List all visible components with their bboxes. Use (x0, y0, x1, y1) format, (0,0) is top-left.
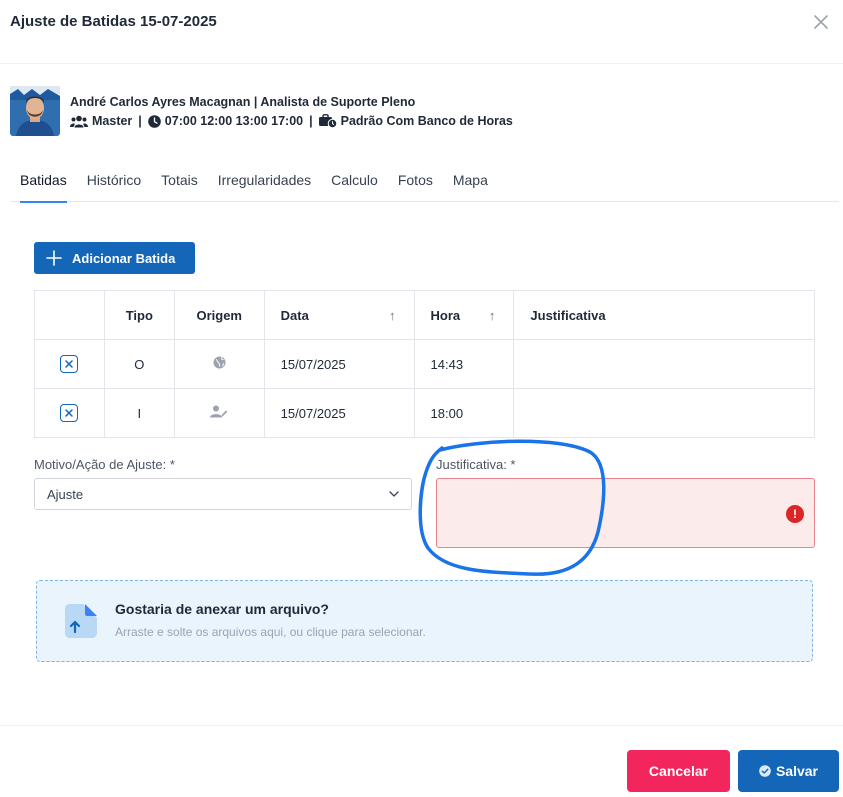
header-actions (34, 290, 105, 340)
modal-header: Ajuste de Batidas 15-07-2025 (0, 0, 843, 64)
tab-bar: Batidas Histórico Totais Irregularidades… (10, 168, 839, 203)
cell-hora: 18:00 (413, 388, 515, 438)
save-label: Salvar (775, 763, 819, 779)
tab-calculo[interactable]: Calculo (321, 168, 388, 202)
avatar (10, 86, 60, 136)
employee-schedule: 07:00 12:00 13:00 17:00 (164, 114, 304, 128)
modal-title: Ajuste de Batidas 15-07-2025 (10, 13, 217, 30)
close-button[interactable] (813, 14, 829, 30)
cell-tipo: I (103, 388, 175, 438)
header-justificativa: Justificativa (513, 290, 815, 340)
header-tipo: Tipo (103, 290, 175, 340)
table-row: O 15/07/2025 14:43 (34, 339, 815, 389)
employee-group: Master (92, 114, 133, 128)
justificativa-label: Justificativa: * (436, 457, 516, 472)
cell-origem (173, 388, 265, 438)
add-batida-button[interactable]: Adicionar Batida (34, 242, 195, 274)
header-hora[interactable]: Hora ↑ (413, 290, 515, 340)
row-actions (34, 388, 105, 438)
employee-meta: Master | 07:00 12:00 13:00 17:00 | Padrã… (70, 114, 513, 128)
cell-origem (173, 339, 265, 389)
close-icon (65, 360, 74, 368)
error-icon: ! (786, 505, 804, 523)
chevron-down-icon (389, 491, 399, 497)
business-time-icon (318, 114, 337, 128)
justificativa-textarea[interactable]: ! (436, 478, 815, 548)
close-icon (814, 15, 828, 29)
table-row: I 15/07/2025 18:00 (34, 388, 815, 438)
separator: | (138, 114, 142, 128)
header-data[interactable]: Data ↑ (263, 290, 415, 340)
motivo-value: Ajuste (47, 487, 84, 502)
close-icon (65, 409, 74, 417)
tab-historico[interactable]: Histórico (77, 168, 151, 202)
plus-icon (46, 250, 62, 266)
cell-justificativa (513, 388, 815, 438)
sort-up-icon[interactable]: ↑ (389, 308, 396, 323)
file-upload-icon (65, 604, 97, 638)
sort-up-icon[interactable]: ↑ (489, 308, 496, 323)
cell-data: 15/07/2025 (263, 339, 415, 389)
clock-icon (147, 114, 161, 128)
row-actions (34, 339, 105, 389)
employee-name-role: André Carlos Ayres Macagnan | Analista d… (70, 95, 416, 109)
users-icon (70, 115, 88, 127)
header-origem: Origem (173, 290, 265, 340)
check-circle-icon (759, 765, 771, 777)
table-header-row: Tipo Origem Data ↑ Hora ↑ Justificativa (34, 290, 815, 340)
batidas-table: Tipo Origem Data ↑ Hora ↑ Justificativa O … (34, 290, 815, 438)
user-edit-icon (210, 405, 228, 418)
dropzone-subtitle: Arraste e solte os arquivos aqui, ou cli… (115, 625, 426, 639)
motivo-label: Motivo/Ação de Ajuste: * (34, 457, 175, 472)
cell-tipo: O (103, 339, 175, 389)
tab-fotos[interactable]: Fotos (388, 168, 443, 202)
globe-icon (213, 356, 226, 369)
separator: | (309, 114, 313, 128)
cancel-button[interactable]: Cancelar (627, 750, 730, 792)
file-dropzone[interactable]: Gostaria de anexar um arquivo? Arraste e… (36, 580, 813, 662)
cell-data: 15/07/2025 (263, 388, 415, 438)
cell-hora: 14:43 (413, 339, 515, 389)
remove-batida-button[interactable] (60, 404, 79, 422)
add-batida-label: Adicionar Batida (72, 250, 176, 266)
header-data-label: Data (280, 307, 309, 323)
header-hora-label: Hora (430, 307, 461, 323)
cell-justificativa (513, 339, 815, 389)
remove-batida-button[interactable] (60, 355, 79, 373)
tab-mapa[interactable]: Mapa (443, 168, 498, 202)
tab-irregularidades[interactable]: Irregularidades (208, 168, 321, 202)
employee-policy: Padrão Com Banco de Horas (340, 114, 513, 128)
dropzone-title: Gostaria de anexar um arquivo? (115, 601, 329, 617)
tab-totais[interactable]: Totais (151, 168, 208, 202)
tab-batidas[interactable]: Batidas (10, 168, 77, 203)
motivo-select[interactable]: Ajuste (34, 478, 412, 510)
save-button[interactable]: Salvar (738, 750, 839, 792)
